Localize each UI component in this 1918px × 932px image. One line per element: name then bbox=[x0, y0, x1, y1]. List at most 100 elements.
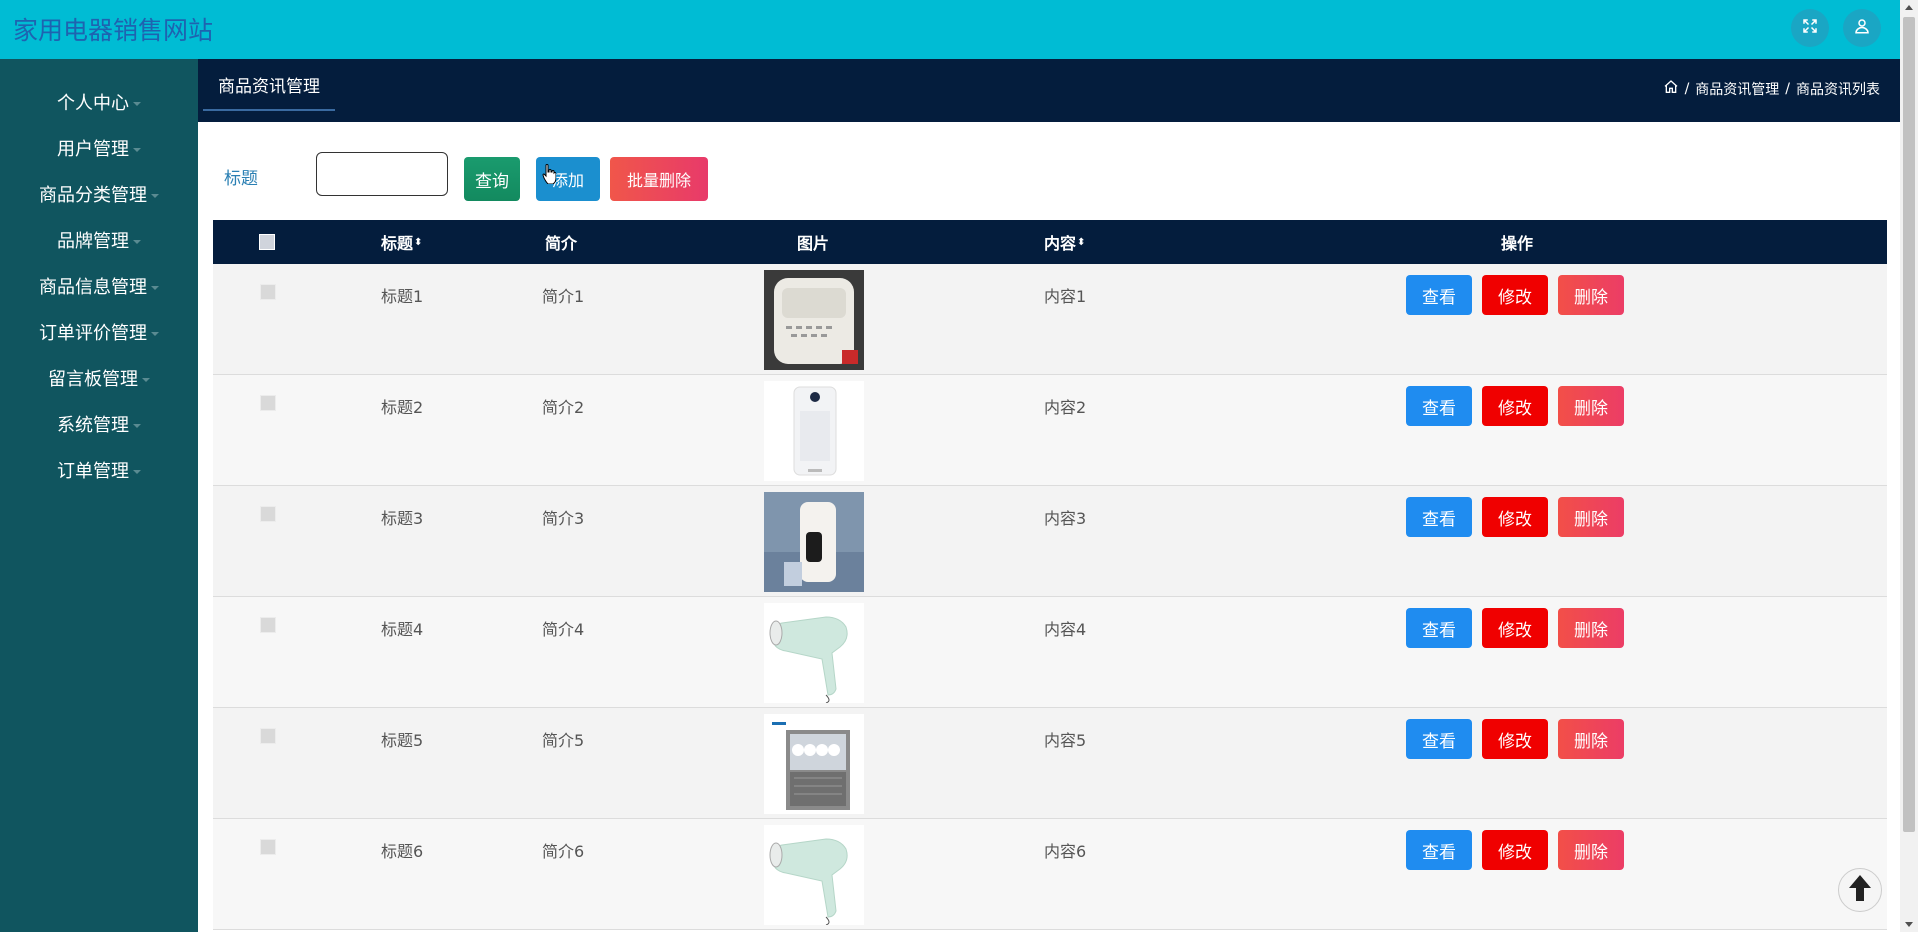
chevron-down-icon bbox=[151, 194, 159, 198]
sidebar-item-brand-management[interactable]: 品牌管理 bbox=[0, 220, 198, 260]
column-label: 操作 bbox=[1501, 234, 1534, 253]
product-image bbox=[764, 492, 864, 592]
delete-button[interactable]: 删除 bbox=[1558, 386, 1624, 426]
hand-cursor-icon bbox=[542, 164, 556, 184]
row-checkbox[interactable] bbox=[260, 284, 276, 300]
sidebar-item-personal-center[interactable]: 个人中心 bbox=[0, 82, 198, 122]
search-input[interactable] bbox=[316, 152, 448, 196]
column-label: 标题 bbox=[381, 234, 414, 253]
sidebar-item-label: 商品分类管理 bbox=[39, 185, 147, 206]
cell-title: 标题4 bbox=[381, 620, 424, 639]
cell-intro: 简介3 bbox=[542, 509, 585, 528]
breadcrumb: / 商品资讯管理 / 商品资讯列表 bbox=[1663, 79, 1880, 99]
sidebar-item-category-management[interactable]: 商品分类管理 bbox=[0, 174, 198, 214]
view-button[interactable]: 查看 bbox=[1406, 719, 1472, 759]
table-header: 标题 ⬍ 简介 图片 内容 ⬍ 操作 bbox=[213, 220, 1887, 264]
row-checkbox[interactable] bbox=[260, 506, 276, 522]
sort-icon: ⬍ bbox=[414, 236, 423, 248]
cell-content: 内容3 bbox=[1044, 509, 1087, 528]
view-button[interactable]: 查看 bbox=[1406, 386, 1472, 426]
fullscreen-button[interactable] bbox=[1791, 9, 1829, 47]
sidebar-item-product-management[interactable]: 商品信息管理 bbox=[0, 266, 198, 306]
arrow-up-icon bbox=[1847, 873, 1873, 907]
row-checkbox[interactable] bbox=[260, 728, 276, 744]
page-title[interactable]: 商品资讯管理 bbox=[203, 59, 335, 111]
query-button[interactable]: 查询 bbox=[464, 157, 520, 201]
scroll-up-icon[interactable] bbox=[1905, 5, 1913, 10]
cell-content: 内容1 bbox=[1044, 287, 1087, 306]
product-image bbox=[764, 825, 864, 925]
edit-button[interactable]: 修改 bbox=[1482, 719, 1548, 759]
user-button[interactable] bbox=[1843, 9, 1881, 47]
sidebar-item-order-review-management[interactable]: 订单评价管理 bbox=[0, 312, 198, 352]
delete-button[interactable]: 删除 bbox=[1558, 608, 1624, 648]
chevron-down-icon bbox=[133, 102, 141, 106]
fullscreen-icon bbox=[1801, 17, 1819, 39]
table-row: 标题2 简介2 内容2 查看 修改 删除 bbox=[213, 375, 1887, 486]
edit-button[interactable]: 修改 bbox=[1482, 830, 1548, 870]
column-label: 图片 bbox=[797, 234, 830, 253]
search-form: 标题 查询 添加 批量删除 bbox=[198, 122, 1900, 220]
sidebar-item-label: 订单评价管理 bbox=[39, 323, 147, 344]
delete-button[interactable]: 删除 bbox=[1558, 719, 1624, 759]
column-content[interactable]: 内容 ⬍ bbox=[1044, 220, 1085, 264]
row-checkbox[interactable] bbox=[260, 617, 276, 633]
cell-title: 标题1 bbox=[381, 287, 424, 306]
sidebar-item-user-management[interactable]: 用户管理 bbox=[0, 128, 198, 168]
cell-title: 标题3 bbox=[381, 509, 424, 528]
sidebar-item-label: 系统管理 bbox=[57, 415, 129, 436]
edit-button[interactable]: 修改 bbox=[1482, 497, 1548, 537]
table-row: 标题5 简介5 内容5 查看 修改 删除 bbox=[213, 708, 1887, 819]
cell-content: 内容4 bbox=[1044, 620, 1087, 639]
column-title[interactable]: 标题 ⬍ bbox=[381, 220, 422, 264]
column-actions: 操作 bbox=[1501, 220, 1533, 264]
sidebar-item-message-board-management[interactable]: 留言板管理 bbox=[0, 358, 198, 398]
column-image: 图片 bbox=[797, 220, 829, 264]
view-button[interactable]: 查看 bbox=[1406, 830, 1472, 870]
view-button[interactable]: 查看 bbox=[1406, 497, 1472, 537]
breadcrumb-item[interactable]: 商品资讯管理 bbox=[1695, 79, 1779, 99]
chevron-down-icon bbox=[133, 240, 141, 244]
delete-button[interactable]: 删除 bbox=[1558, 830, 1624, 870]
scroll-down-icon[interactable] bbox=[1905, 922, 1913, 927]
scrollbar-thumb[interactable] bbox=[1903, 17, 1915, 832]
back-to-top-button[interactable] bbox=[1838, 868, 1882, 912]
sidebar-item-label: 订单管理 bbox=[57, 461, 129, 482]
batch-delete-button[interactable]: 批量删除 bbox=[610, 157, 708, 201]
chevron-down-icon bbox=[133, 470, 141, 474]
edit-button[interactable]: 修改 bbox=[1482, 608, 1548, 648]
column-label: 内容 bbox=[1044, 234, 1077, 253]
cell-intro: 简介4 bbox=[542, 620, 585, 639]
chevron-down-icon bbox=[142, 378, 150, 382]
cell-intro: 简介2 bbox=[542, 398, 585, 417]
cell-content: 内容5 bbox=[1044, 731, 1087, 750]
chevron-down-icon bbox=[151, 332, 159, 336]
data-table: 标题 ⬍ 简介 图片 内容 ⬍ 操作 标题1 简介1 内容1 查看 修改 删除 标题2 简介2 内容… bbox=[213, 220, 1887, 930]
row-checkbox[interactable] bbox=[260, 395, 276, 411]
column-label: 简介 bbox=[545, 234, 578, 253]
cell-content: 内容6 bbox=[1044, 842, 1087, 861]
cell-intro: 简介5 bbox=[542, 731, 585, 750]
edit-button[interactable]: 修改 bbox=[1482, 275, 1548, 315]
chevron-down-icon bbox=[133, 424, 141, 428]
view-button[interactable]: 查看 bbox=[1406, 275, 1472, 315]
sidebar-item-label: 用户管理 bbox=[57, 139, 129, 160]
site-title: 家用电器销售网站 bbox=[13, 16, 214, 45]
row-checkbox[interactable] bbox=[260, 839, 276, 855]
edit-button[interactable]: 修改 bbox=[1482, 386, 1548, 426]
page-scrollbar[interactable] bbox=[1900, 0, 1918, 932]
cell-intro: 简介1 bbox=[542, 287, 585, 306]
user-icon bbox=[1853, 17, 1871, 39]
delete-button[interactable]: 删除 bbox=[1558, 275, 1624, 315]
sidebar-item-label: 个人中心 bbox=[57, 93, 129, 114]
product-image bbox=[764, 381, 864, 481]
page-header: 商品资讯管理 / 商品资讯管理 / 商品资讯列表 bbox=[198, 59, 1900, 122]
cell-title: 标题2 bbox=[381, 398, 424, 417]
select-all-checkbox[interactable] bbox=[259, 234, 275, 250]
sidebar-item-order-management[interactable]: 订单管理 bbox=[0, 450, 198, 490]
home-icon[interactable] bbox=[1663, 79, 1679, 99]
view-button[interactable]: 查看 bbox=[1406, 608, 1472, 648]
delete-button[interactable]: 删除 bbox=[1558, 497, 1624, 537]
sidebar-item-system-management[interactable]: 系统管理 bbox=[0, 404, 198, 444]
cell-title: 标题6 bbox=[381, 842, 424, 861]
